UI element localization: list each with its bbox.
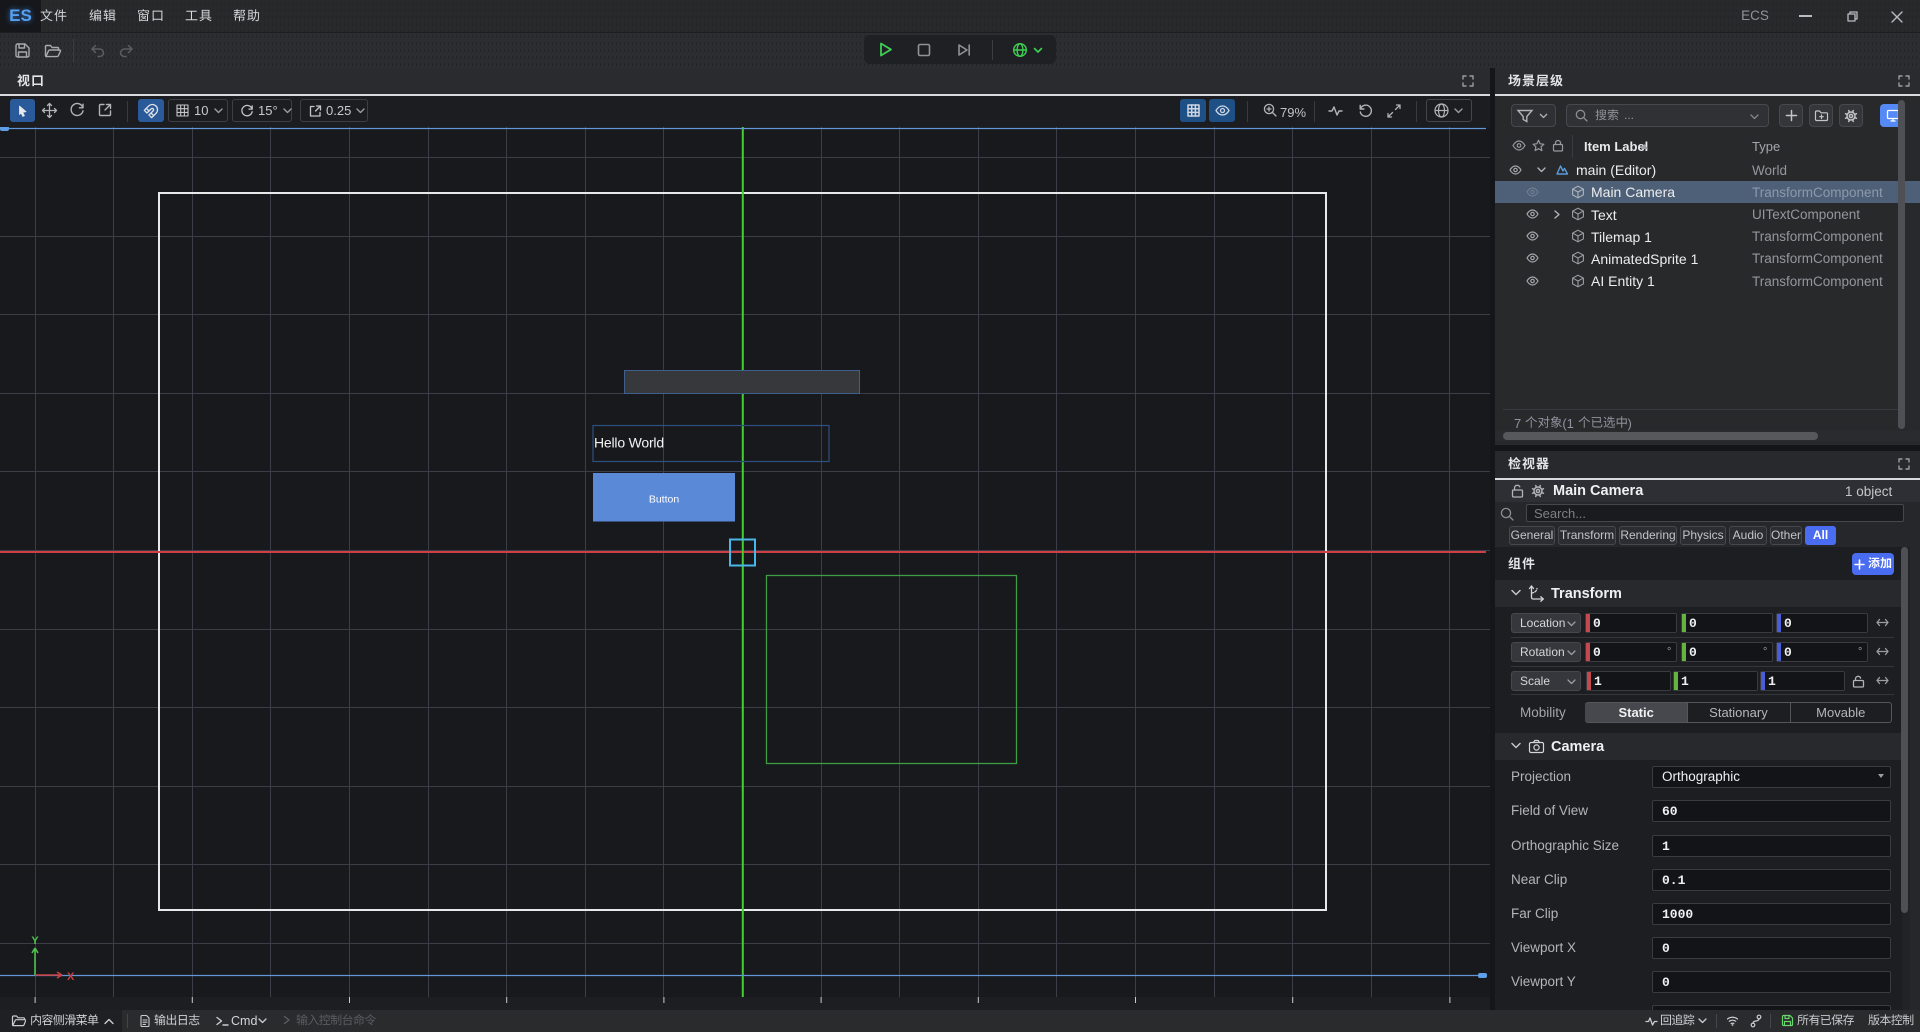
svg-text:Hello World: Hello World [594,435,664,451]
svg-text:X: X [67,971,75,983]
svg-text:Y: Y [31,935,39,947]
svg-text:Button: Button [649,494,680,506]
